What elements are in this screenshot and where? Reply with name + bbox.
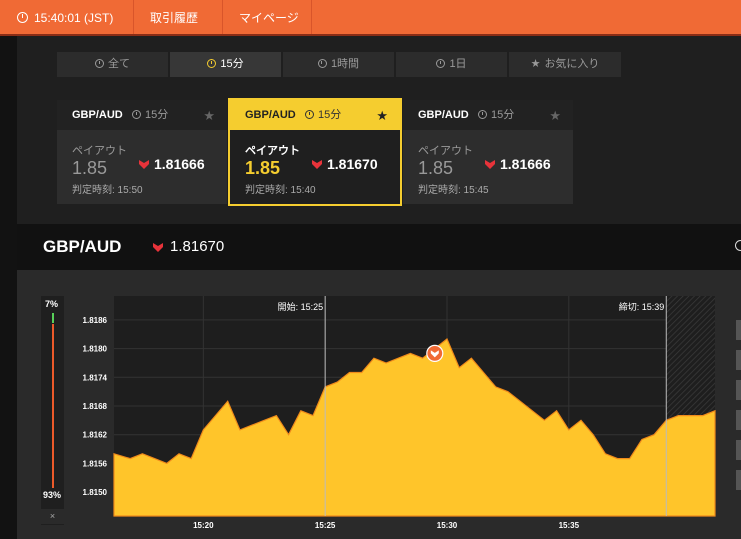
price-chart[interactable]: 1.8150 1.8156 1.8162 1.8168 1.8174 1.8180 1.81…	[0, 0, 741, 539]
x-tick-label: 15:20	[193, 521, 214, 530]
y-tick-label: 1.8168	[83, 402, 108, 411]
x-tick-label: 15:30	[437, 521, 458, 530]
y-tick-label: 1.8156	[83, 459, 108, 468]
y-tick-label: 1.8180	[83, 345, 108, 354]
y-tick-label: 1.8150	[83, 488, 108, 497]
side-button[interactable]	[736, 350, 741, 370]
side-button[interactable]	[736, 320, 741, 340]
y-tick-label: 1.8186	[83, 316, 108, 325]
side-button[interactable]	[736, 410, 741, 430]
side-button[interactable]	[736, 470, 741, 490]
deadline-time-label: 締切: 15:39	[619, 301, 665, 312]
side-button[interactable]	[736, 380, 741, 400]
x-tick-label: 15:35	[559, 521, 580, 530]
start-time-label: 開始: 15:25	[278, 301, 324, 312]
x-tick-label: 15:25	[315, 521, 336, 530]
y-tick-label: 1.8162	[83, 431, 108, 440]
y-tick-label: 1.8174	[83, 373, 108, 382]
side-button[interactable]	[736, 440, 741, 460]
